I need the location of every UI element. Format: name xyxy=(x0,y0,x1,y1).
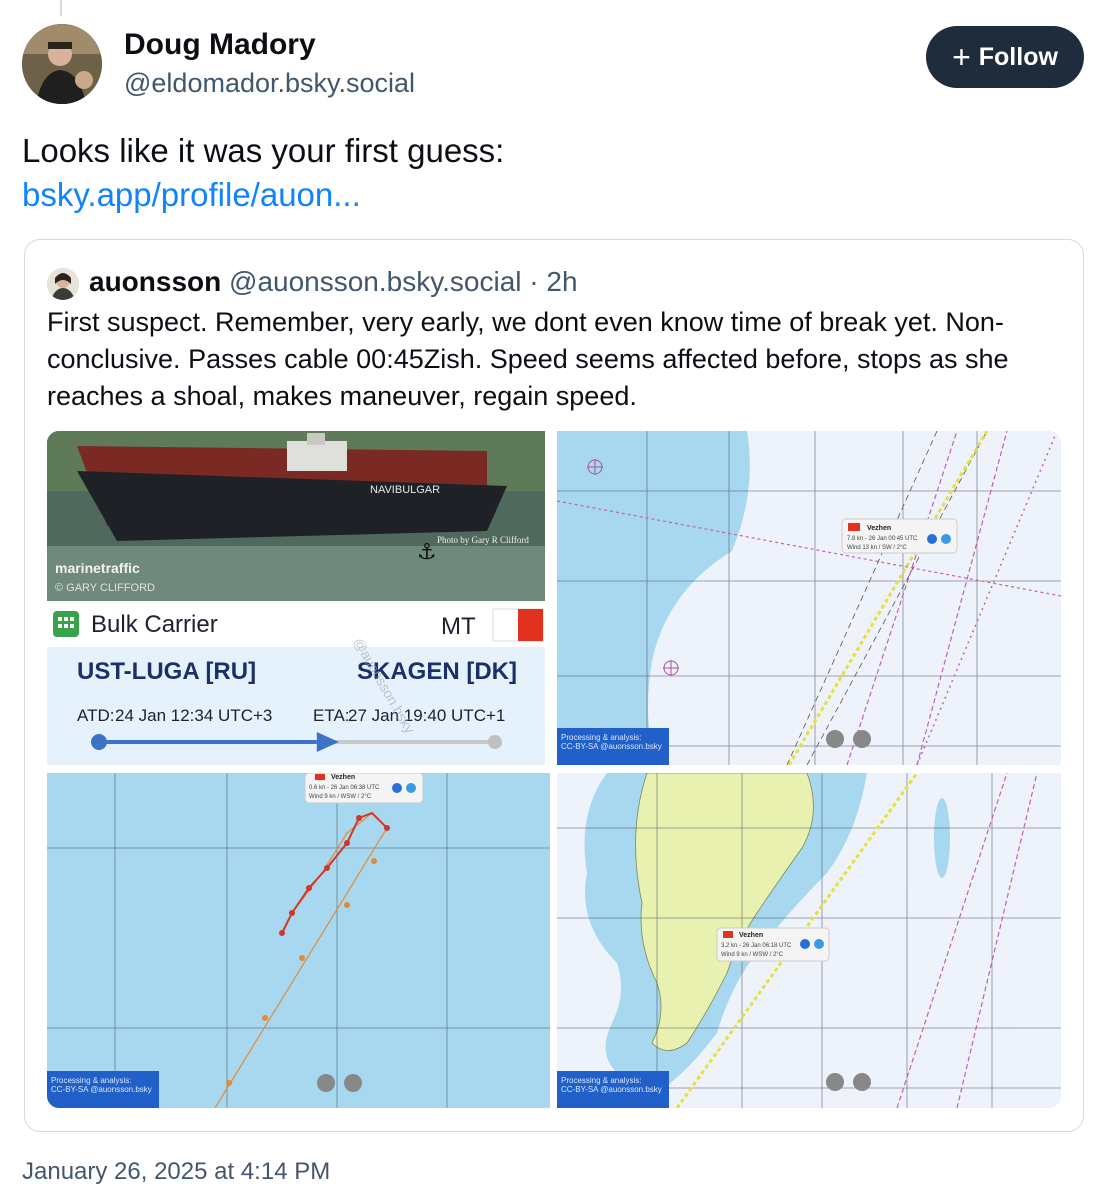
ship-icon[interactable] xyxy=(406,783,416,793)
quoted-author-avatar xyxy=(47,268,79,300)
author-avatar[interactable] xyxy=(22,24,102,104)
chart-map-image-3[interactable]: Vezhen 3.2 kn - 26 Jan 06:18 UTC Wind 9 … xyxy=(557,773,1061,1108)
plus-icon: + xyxy=(952,39,971,75)
popup-wind: Wind 13 kn / SW / 2°C xyxy=(847,545,907,551)
zoom-in-icon[interactable] xyxy=(344,1074,362,1092)
author-handle[interactable]: @eldomador.bsky.social xyxy=(124,68,415,99)
follow-button[interactable]: + Follow xyxy=(926,26,1084,88)
zoom-in-icon[interactable] xyxy=(853,1073,871,1091)
atd-value: 24 Jan 12:34 UTC+3 xyxy=(115,706,272,725)
popup-vessel-name: Vezhen xyxy=(739,932,763,939)
credit-line-2: CC-BY-SA @auonsson.bsky xyxy=(561,742,662,751)
zoom-controls[interactable] xyxy=(317,1074,362,1092)
credit-line-1: Processing & analysis: xyxy=(561,733,641,742)
separator-dot: · xyxy=(529,266,539,297)
popup-wind: Wind 9 kn / WSW / 2°C xyxy=(721,952,784,958)
post-timestamp[interactable]: January 26, 2025 at 4:14 PM xyxy=(22,1158,330,1186)
vessel-popup[interactable]: Vezhen 0.6 kn - 26 Jan 06:38 UTC Wind 9 … xyxy=(304,773,424,804)
post-link[interactable]: bsky.app/profile/auon... xyxy=(22,172,361,217)
zoom-in-icon[interactable] xyxy=(853,730,871,748)
photo-signature: Photo by Gary R Clifford xyxy=(437,535,529,545)
quoted-post-time: 2h xyxy=(546,266,578,297)
popup-vessel-name: Vezhen xyxy=(867,525,891,532)
vessel-type: Bulk Carrier xyxy=(91,611,218,638)
hull-name: NAVIBULGAR xyxy=(370,484,440,496)
thread-connector-line xyxy=(60,0,62,16)
zoom-controls[interactable] xyxy=(826,730,871,748)
popup-speed-time: 0.6 kn - 26 Jan 06:38 UTC xyxy=(309,785,380,791)
marinetraffic-watermark: marinetraffic xyxy=(55,560,140,576)
zoom-out-icon[interactable] xyxy=(826,730,844,748)
ship-card-image[interactable]: NAVIBULGAR marinetraffic © GARY CLIFFORD… xyxy=(47,431,545,765)
forward-arrow-icon[interactable] xyxy=(392,783,402,793)
eta-label: ETA: xyxy=(313,706,350,725)
popup-vessel-name: Vezhen xyxy=(331,774,355,781)
follow-label: Follow xyxy=(978,42,1058,71)
ship-icon[interactable] xyxy=(814,939,824,949)
popup-wind: Wind 9 kn / WSW / 2°C xyxy=(309,794,372,800)
credit-line-2: CC-BY-SA @auonsson.bsky xyxy=(561,1085,662,1094)
quoted-author-handle[interactable]: @auonsson.bsky.social xyxy=(229,266,522,297)
quoted-post[interactable]: auonsson @auonsson.bsky.social · 2h Firs… xyxy=(24,239,1084,1132)
quoted-post-text: First suspect. Remember, very early, we … xyxy=(47,307,1009,411)
forward-arrow-icon[interactable] xyxy=(927,534,937,544)
anchor-icon: ⚓ xyxy=(417,540,437,565)
photo-credit: © GARY CLIFFORD xyxy=(55,582,155,594)
chart-map-image-2[interactable]: Vezhen 0.6 kn - 26 Jan 06:38 UTC Wind 9 … xyxy=(47,773,550,1108)
ship-icon[interactable] xyxy=(941,534,951,544)
quoted-author-name[interactable]: auonsson xyxy=(89,266,221,297)
post-text: Looks like it was your first guess: xyxy=(22,132,505,169)
zoom-out-icon[interactable] xyxy=(317,1074,335,1092)
vessel-popup[interactable]: Vezhen 3.2 kn - 26 Jan 06:18 UTC Wind 9 … xyxy=(716,927,830,962)
forward-arrow-icon[interactable] xyxy=(800,939,810,949)
popup-speed-time: 3.2 kn - 26 Jan 06:18 UTC xyxy=(721,943,792,949)
author-name[interactable]: Doug Madory xyxy=(124,28,316,62)
credit-line-1: Processing & analysis: xyxy=(51,1076,131,1085)
chart-map-image-1[interactable]: Vezhen 7.8 kn - 26 Jan 00:45 UTC Wind 13… xyxy=(557,431,1061,765)
eta-value: 27 Jan 19:40 UTC+1 xyxy=(348,706,505,725)
vessel-popup[interactable]: Vezhen 7.8 kn - 26 Jan 00:45 UTC Wind 13… xyxy=(841,518,958,554)
flag-code: MT xyxy=(441,613,476,640)
atd-label: ATD: xyxy=(77,706,114,725)
origin-port: UST-LUGA [RU] xyxy=(77,658,256,685)
zoom-out-icon[interactable] xyxy=(826,1073,844,1091)
credit-line-2: CC-BY-SA @auonsson.bsky xyxy=(51,1085,152,1094)
credit-line-1: Processing & analysis: xyxy=(561,1076,641,1085)
popup-speed-time: 7.8 kn - 26 Jan 00:45 UTC xyxy=(847,536,918,542)
